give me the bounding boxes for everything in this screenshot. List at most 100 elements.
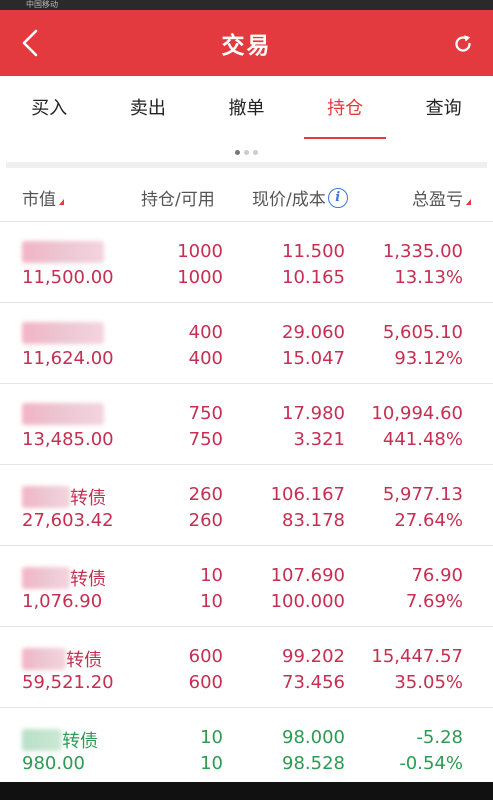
total-pl-pct: 27.64% <box>394 510 463 531</box>
holding-row[interactable]: 转债 59,521.20 600 600 99.202 73.456 15,447.57 35… <box>0 627 493 708</box>
current-price: 99.202 <box>282 646 345 667</box>
tab-0[interactable]: 买入 <box>0 76 99 142</box>
available-qty: 1000 <box>177 267 223 288</box>
market-value: 11,500.00 <box>22 267 114 288</box>
total-pl-pct: -0.54% <box>399 753 463 774</box>
redacted-name <box>22 403 104 425</box>
total-pl: -5.28 <box>416 727 463 748</box>
position-qty: 10 <box>200 727 223 748</box>
total-pl: 76.90 <box>411 565 463 586</box>
total-pl-pct: 13.13% <box>394 267 463 288</box>
cost-price: 3.321 <box>293 429 345 450</box>
cost-price: 73.456 <box>282 672 345 693</box>
position-qty: 750 <box>188 403 223 424</box>
redacted-name <box>22 486 70 508</box>
security-name <box>22 322 104 344</box>
holding-row[interactable]: 转债 27,603.42 260 260 106.167 83.178 5,977.13 27… <box>0 465 493 546</box>
redacted-name <box>22 648 66 670</box>
total-pl: 15,447.57 <box>371 646 463 667</box>
cost-price: 100.000 <box>270 591 345 612</box>
security-name-suffix: 转债 <box>62 731 98 752</box>
col-total-pl[interactable]: 总盈亏 <box>412 185 471 210</box>
status-bar: 中国移动 <box>0 0 493 10</box>
page-dot <box>235 149 240 155</box>
redacted-name <box>22 729 62 751</box>
market-value: 13,485.00 <box>22 429 114 450</box>
col-position-available: 持仓/可用 <box>141 185 215 210</box>
info-icon[interactable]: i <box>327 187 348 208</box>
carrier-label: 中国移动 <box>26 0 58 9</box>
sort-indicator-icon <box>466 198 471 205</box>
current-price: 106.167 <box>270 484 345 505</box>
redacted-name <box>22 322 104 344</box>
available-qty: 600 <box>188 672 223 693</box>
position-qty: 260 <box>188 484 223 505</box>
market-value: 27,603.42 <box>22 510 114 531</box>
trade-tabs: 买入 卖出 撤单 持仓 查询 <box>0 76 493 142</box>
available-qty: 10 <box>200 591 223 612</box>
tab-4[interactable]: 查询 <box>394 76 493 142</box>
tab-2[interactable]: 撤单 <box>197 76 296 142</box>
table-header: 市值 持仓/可用 现价/成本 i 总盈亏 <box>0 168 493 222</box>
security-name-suffix: 转债 <box>70 569 106 590</box>
holding-row[interactable]: 转债 980.00 10 10 98.000 98.528 -5.28 -0.54% <box>0 708 493 789</box>
current-price: 107.690 <box>270 565 345 586</box>
redacted-name <box>22 241 104 263</box>
total-pl-pct: 93.12% <box>394 348 463 369</box>
available-qty: 400 <box>188 348 223 369</box>
system-nav-bar <box>0 782 493 800</box>
holding-row[interactable]: 13,485.00 750 750 17.980 3.321 10,994.60 441.4… <box>0 384 493 465</box>
current-price: 17.980 <box>282 403 345 424</box>
page-dot <box>253 149 258 155</box>
col-total-pl-label: 总盈亏 <box>412 190 463 210</box>
position-qty: 400 <box>188 322 223 343</box>
page-dot <box>244 149 249 155</box>
total-pl-pct: 35.05% <box>394 672 463 693</box>
current-price: 98.000 <box>282 727 345 748</box>
page-title: 交易 <box>221 33 272 59</box>
holding-row[interactable]: 11,500.00 1000 1000 11.500 10.165 1,335.00 13.… <box>0 222 493 303</box>
security-name-suffix: 转债 <box>66 650 102 671</box>
holding-row[interactable]: 转债 1,076.90 10 10 107.690 100.000 76.90 7.69% <box>0 546 493 627</box>
col-position-available-label: 持仓/可用 <box>141 190 215 210</box>
market-value: 11,624.00 <box>22 348 114 369</box>
chevron-left-icon[interactable] <box>16 27 44 59</box>
security-name: 转债 <box>22 565 106 591</box>
position-qty: 10 <box>200 565 223 586</box>
position-qty: 1000 <box>177 241 223 262</box>
holdings-list: 11,500.00 1000 1000 11.500 10.165 1,335.00 13.… <box>0 222 493 789</box>
total-pl-pct: 7.69% <box>405 591 463 612</box>
market-value: 59,521.20 <box>22 672 114 693</box>
tab-3[interactable]: 持仓 <box>296 76 395 142</box>
total-pl: 5,605.10 <box>382 322 463 343</box>
tab-1[interactable]: 卖出 <box>99 76 198 142</box>
security-name <box>22 403 104 425</box>
total-pl: 5,977.13 <box>382 484 463 505</box>
page-indicator <box>0 146 493 158</box>
col-price-cost-label: 现价/成本 <box>252 190 326 210</box>
security-name <box>22 241 104 263</box>
total-pl-pct: 441.48% <box>382 429 463 450</box>
refresh-icon[interactable] <box>451 32 475 56</box>
available-qty: 10 <box>200 753 223 774</box>
cost-price: 98.528 <box>282 753 345 774</box>
cost-price: 10.165 <box>282 267 345 288</box>
sort-indicator-icon <box>59 198 64 205</box>
market-value: 1,076.90 <box>22 591 103 612</box>
current-price: 29.060 <box>282 322 345 343</box>
app-header: 交易 <box>0 10 493 76</box>
holding-row[interactable]: 11,624.00 400 400 29.060 15.047 5,605.10 93.12… <box>0 303 493 384</box>
market-value: 980.00 <box>22 753 85 774</box>
col-market-value[interactable]: 市值 <box>22 185 64 210</box>
security-name: 转债 <box>22 727 98 753</box>
cost-price: 83.178 <box>282 510 345 531</box>
available-qty: 750 <box>188 429 223 450</box>
total-pl: 1,335.00 <box>382 241 463 262</box>
security-name: 转债 <box>22 646 102 672</box>
current-price: 11.500 <box>282 241 345 262</box>
available-qty: 260 <box>188 510 223 531</box>
security-name-suffix: 转债 <box>70 488 106 509</box>
col-price-cost: 现价/成本 i <box>252 185 348 210</box>
cost-price: 15.047 <box>282 348 345 369</box>
security-name: 转债 <box>22 484 106 510</box>
